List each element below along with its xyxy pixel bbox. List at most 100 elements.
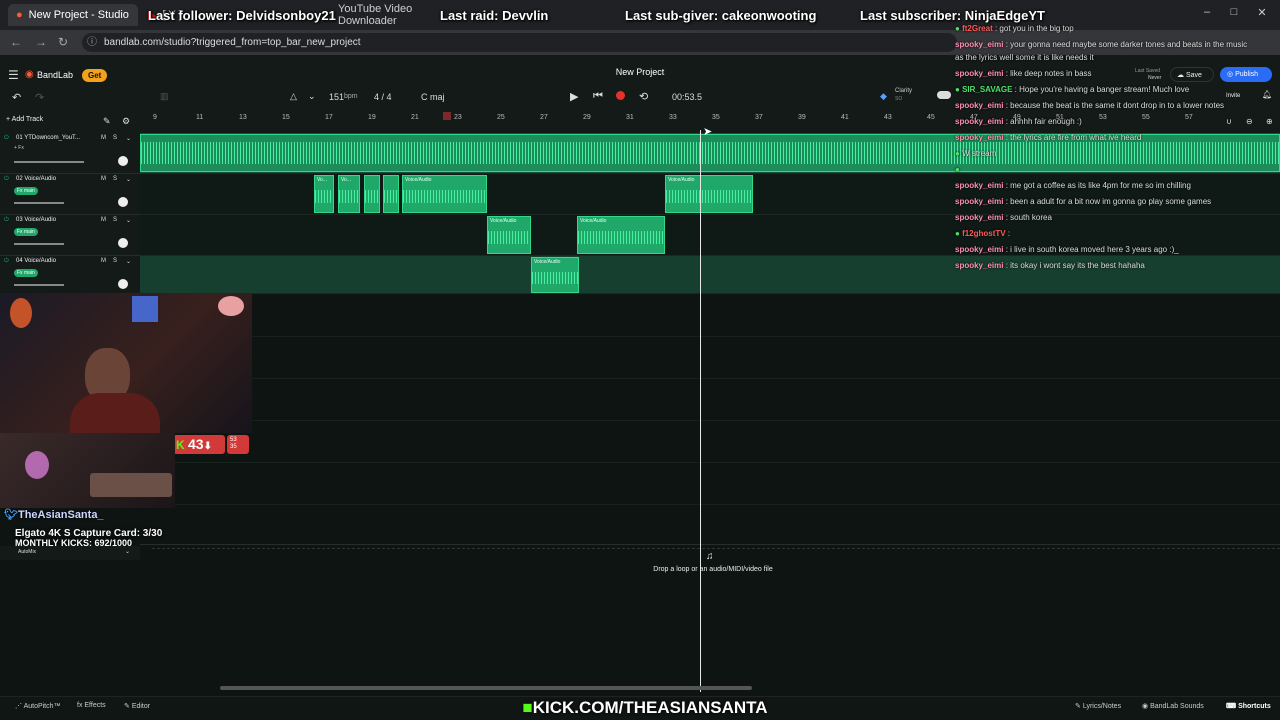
volume-slider[interactable] [14, 243, 64, 245]
audio-clip[interactable]: Voice/Audio [531, 257, 579, 293]
undo-icon[interactable]: ↶ [12, 91, 21, 104]
close-icon[interactable]: ✕ [1250, 6, 1274, 19]
fx-badge[interactable]: Fx main [14, 228, 38, 236]
get-badge[interactable]: Get [82, 69, 108, 82]
save-button[interactable]: ☁ Save [1170, 67, 1214, 82]
audio-clip[interactable] [383, 175, 399, 213]
loop-icon[interactable]: ⟲ [639, 90, 648, 103]
track-header-4[interactable]: ⏻ 04 Voice/Audio M S ⌄ Fx main [0, 256, 140, 294]
lyrics-button[interactable]: ✎ Lyrics/Notes [1075, 702, 1121, 710]
automix-row[interactable]: AutoMix ⌄ [0, 546, 140, 560]
forward-icon[interactable]: → [35, 35, 47, 49]
track-header-1[interactable]: ⏻ 01 YTDowncom_YouT... M S ⌄ + Fx [0, 133, 140, 174]
lyrics-icon: ✎ [1075, 703, 1083, 710]
track-name[interactable]: 04 Voice/Audio [16, 258, 56, 264]
chevron-down-icon[interactable]: ⌄ [126, 135, 131, 142]
url-input[interactable]: ⓘ bandlab.com/studio?triggered_from=top_… [82, 33, 957, 52]
record-icon[interactable] [616, 91, 625, 100]
back-icon[interactable]: ← [10, 35, 22, 49]
track-name[interactable]: 03 Voice/Audio [16, 217, 56, 223]
chevron-down-icon[interactable]: ⌄ [126, 176, 131, 183]
bell-icon[interactable]: 🔔︎ [1262, 90, 1272, 99]
audio-clip[interactable] [364, 175, 380, 213]
chevron-down-icon[interactable]: ⌄ [126, 258, 131, 265]
solo-button[interactable]: S [113, 135, 117, 141]
solo-button[interactable]: S [113, 217, 117, 223]
clarity-toggle[interactable] [937, 91, 951, 99]
track-header-2[interactable]: ⏻ 02 Voice/Audio M S ⌄ Fx main [0, 174, 140, 215]
magnet-icon[interactable]: ∪ [1226, 117, 1232, 126]
grid-divider [140, 378, 1280, 379]
autopitch-icon: ⋰ [15, 703, 24, 710]
drop-hint: Drop a loop or an audio/MIDI/video file [653, 566, 773, 573]
streamer-shirt [70, 393, 160, 433]
chat-message: as the lyrics well some it is like needs… [955, 53, 1094, 62]
pan-knob[interactable] [118, 197, 128, 207]
key-selector[interactable]: C maj [421, 92, 445, 102]
fx-badge[interactable]: Fx main [14, 187, 38, 195]
mute-button[interactable]: M [101, 135, 106, 141]
audio-clip[interactable]: Vo... [338, 175, 360, 213]
fx-label[interactable]: + Fx [14, 145, 24, 151]
power-icon[interactable]: ⏻ [4, 258, 9, 265]
playhead[interactable] [700, 130, 701, 692]
track-name[interactable]: 01 YTDowncom_YouT... [16, 135, 80, 141]
add-track-button[interactable]: + Add Track [6, 116, 43, 123]
time-signature[interactable]: 4 / 4 [374, 92, 392, 102]
mute-button[interactable]: M [101, 258, 106, 264]
chevron-down-icon[interactable]: ⌄ [308, 91, 316, 102]
volume-slider[interactable] [14, 202, 64, 204]
editor-button[interactable]: ✎ Editor [124, 702, 150, 710]
sounds-button[interactable]: ◉ BandLab Sounds [1142, 702, 1204, 710]
metronome-icon[interactable]: △ [290, 91, 297, 102]
publish-button[interactable]: ◎ Publish [1220, 67, 1272, 82]
horizontal-scrollbar[interactable] [220, 686, 752, 690]
zoom-out-icon[interactable]: ⊖ [1246, 117, 1253, 126]
loop-marker[interactable] [443, 112, 451, 120]
drop-zone[interactable]: ♫ Drop a loop or an audio/MIDI/video fil… [152, 548, 1280, 578]
reload-icon[interactable]: ↻ [58, 35, 68, 49]
settings-icon[interactable]: ⚙ [122, 116, 130, 127]
minimize-icon[interactable]: – [1195, 6, 1219, 18]
redo-icon[interactable]: ↷ [35, 91, 44, 104]
solo-button[interactable]: S [113, 176, 117, 182]
skip-back-icon[interactable]: ⏮ [593, 90, 603, 103]
pan-knob[interactable] [118, 156, 128, 166]
mute-button[interactable]: M [101, 176, 106, 182]
volume-slider[interactable] [14, 161, 84, 163]
audio-clip[interactable]: Vo... [314, 175, 334, 213]
pan-knob[interactable] [118, 238, 128, 248]
maximize-icon[interactable]: □ [1222, 6, 1246, 18]
chevron-down-icon[interactable]: ⌄ [126, 217, 131, 224]
shortcuts-button[interactable]: ⌨ Shortcuts [1226, 702, 1271, 710]
fx-badge[interactable]: Fx main [14, 269, 38, 277]
chevron-down-icon[interactable]: ⌄ [125, 548, 130, 555]
power-icon[interactable]: ⏻ [4, 217, 9, 224]
audio-clip[interactable]: Voice/Audio [487, 216, 531, 254]
effects-button[interactable]: fx Effects [77, 702, 106, 709]
audio-clip[interactable]: Voice/Audio [577, 216, 665, 254]
mute-button[interactable]: M [101, 217, 106, 223]
power-icon[interactable]: ⏻ [4, 135, 9, 142]
grid-icon[interactable]: ▥ [160, 91, 169, 102]
volume-slider[interactable] [14, 284, 64, 286]
zoom-in-icon[interactable]: ⊕ [1266, 117, 1273, 126]
tab-new-project[interactable]: ● New Project - Studio [8, 4, 138, 26]
autopitch-button[interactable]: ⋰ AutoPitch™ [15, 702, 61, 710]
pan-knob[interactable] [118, 279, 128, 289]
solo-button[interactable]: S [113, 258, 117, 264]
track-header-3[interactable]: ⏻ 03 Voice/Audio M S ⌄ Fx main [0, 215, 140, 256]
power-icon[interactable]: ⏻ [4, 176, 9, 183]
pencil-icon[interactable]: ✎ [103, 116, 111, 127]
chat-message: ● SIR_SAVAGE : Hope you're having a bang… [955, 85, 1189, 94]
track-name[interactable]: 02 Voice/Audio [16, 176, 56, 182]
automix-label[interactable]: AutoMix [18, 549, 36, 555]
bpm-value[interactable]: 151 [329, 92, 344, 102]
audio-clip[interactable]: Voice/Audio [402, 175, 487, 213]
menu-icon[interactable]: ☰ [8, 68, 19, 82]
site-info-icon[interactable]: ⓘ [87, 33, 97, 52]
twitter-icon: 🐦︎ [4, 509, 18, 521]
play-icon[interactable]: ▶ [570, 90, 578, 103]
audio-clip[interactable]: Voice/Audio [665, 175, 753, 213]
invite-button[interactable]: Invite [1226, 93, 1240, 99]
